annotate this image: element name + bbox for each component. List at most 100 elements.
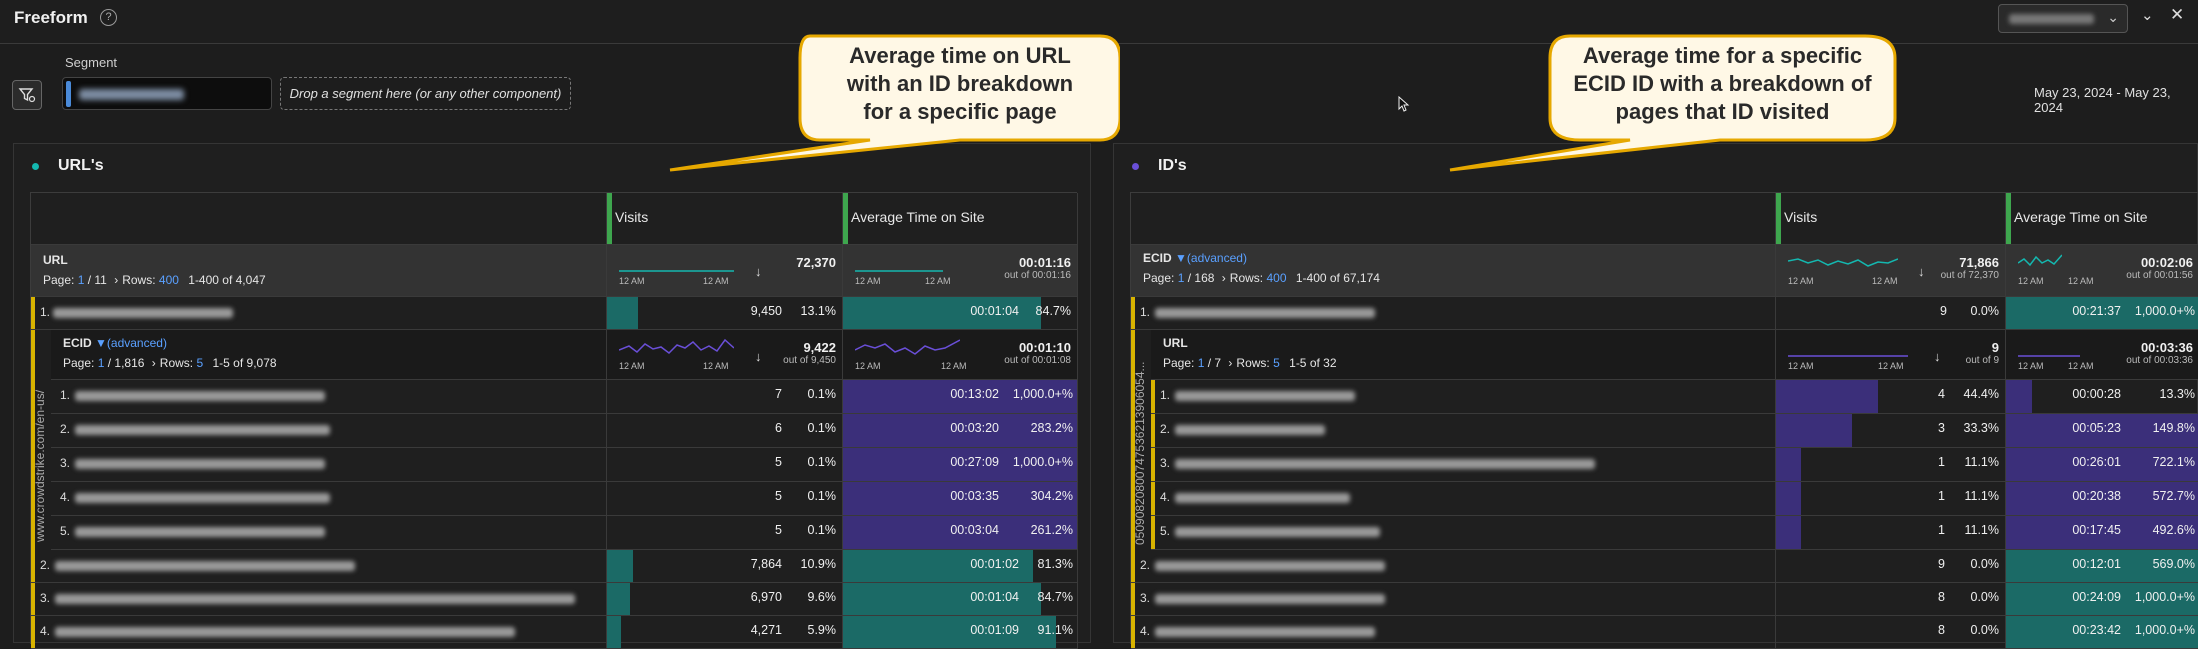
row-blurred-value (75, 493, 330, 503)
page-input[interactable]: 1 (78, 273, 85, 287)
rows-select[interactable]: 400 (1266, 271, 1286, 285)
time-outof: out of 00:01:56 (2126, 270, 2193, 281)
sort-arrow-icon[interactable]: ↓ (1934, 349, 1941, 364)
expanded-row-marker (31, 550, 35, 582)
header-visits[interactable]: Visits (607, 193, 843, 244)
visits-value: 7 (775, 387, 782, 401)
visits-sparkline (1788, 258, 1898, 267)
header-avg-time[interactable]: Average Time on Site (2006, 193, 2198, 244)
table-row[interactable]: 2. 6 0.1% 00:03:20 283.2% (51, 414, 1078, 448)
header-visits[interactable]: Visits (1776, 193, 2006, 244)
time-pct: 1,000.0+% (1012, 387, 1073, 401)
table-row[interactable]: 1. 9 0.0% 00:21:37 1,000.0+% (1131, 297, 2198, 330)
date-range[interactable]: May 23, 2024 - May 23, 2024 (2034, 85, 2198, 115)
filter-icon[interactable]: ▼ (1175, 251, 1187, 265)
metric-marker (843, 193, 848, 244)
collapse-chevron-icon[interactable]: ⌄ (2141, 6, 2154, 24)
time-value: 00:03:20 (950, 421, 999, 435)
sparkline-tick: 12 AM (1872, 276, 1898, 286)
segment-chip[interactable] (62, 77, 272, 110)
row-blurred-value (55, 561, 355, 571)
visits-pct: 0.1% (807, 523, 837, 537)
visits-value: 1 (1938, 489, 1945, 503)
table-row[interactable]: 1. 4 44.4% 00:00:28 13.3% (1151, 380, 2198, 414)
time-value: 00:01:02 (970, 557, 1019, 571)
sort-arrow-icon[interactable]: ↓ (1918, 264, 1925, 279)
row-blurred-value (1175, 493, 1350, 503)
row-blurred-value (1175, 459, 1595, 469)
time-pct: 722.1% (2152, 455, 2195, 469)
table-row[interactable]: 3. 6,970 9.6% 00:01:04 84.7% (31, 583, 1078, 616)
expanded-row-marker (1131, 550, 1135, 582)
visits-bar (607, 550, 633, 582)
breakdown-dim-label: ECID ▼(advanced) (63, 336, 167, 350)
table-row[interactable]: 4. 4,271 5.9% 00:01:09 91.1% (31, 616, 1078, 649)
filter-icon[interactable]: ▼ (95, 336, 107, 350)
table-row[interactable]: 1. 7 0.1% 00:13:02 1,000.0+% (51, 380, 1078, 414)
table-row[interactable]: 5. 5 0.1% 00:03:04 261.2% (51, 516, 1078, 550)
time-value: 00:01:09 (970, 623, 1019, 637)
visits-bar (607, 297, 638, 329)
table-row[interactable]: 4. 1 11.1% 00:20:38 572.7% (1151, 482, 2198, 516)
visits-value: 4,271 (750, 623, 782, 637)
visits-bar (1776, 414, 1853, 447)
time-pct: 261.2% (1030, 523, 1073, 537)
segment-dropzone[interactable]: Drop a segment here (or any other compon… (280, 77, 571, 110)
table-row[interactable]: 1. 9,450 13.1% 00:01:04 84.7% (31, 297, 1078, 330)
row-number: 1. (1140, 305, 1151, 319)
time-pct: 1,000.0+% (1012, 455, 1073, 469)
table-header-row: Visits Average Time on Site (1131, 193, 2198, 245)
table-row[interactable]: 5. 1 11.1% 00:17:45 492.6% (1151, 516, 2198, 550)
table-row[interactable]: 2. 9 0.0% 00:12:01 569.0% (1131, 550, 2198, 583)
table-row[interactable]: 3. 1 11.1% 00:26:01 722.1% (1151, 448, 2198, 482)
filter-toggle-button[interactable] (12, 80, 42, 110)
sparkline-tick: 12 AM (619, 276, 645, 286)
table-row[interactable]: 3. 5 0.1% 00:27:09 1,000.0+% (51, 448, 1078, 482)
close-icon[interactable]: ✕ (2170, 5, 2184, 25)
visits-value: 6,970 (750, 590, 782, 604)
page-input[interactable]: 1 (1178, 271, 1185, 285)
row-blurred-value (1175, 425, 1325, 435)
sparkline-tick: 12 AM (619, 361, 645, 371)
table-row[interactable]: 3. 8 0.0% 00:24:09 1,000.0+% (1131, 583, 2198, 616)
expanded-row-marker (1151, 516, 1155, 549)
visits-pct: 9.6% (807, 590, 837, 604)
table-row[interactable]: 4. 8 0.0% 00:23:42 1,000.0+% (1131, 616, 2198, 649)
time-pct: 1,000.0+% (2134, 304, 2195, 318)
component-selector[interactable]: ⌄ (1998, 4, 2128, 33)
rows-select[interactable]: 400 (159, 273, 179, 287)
time-pct: 1,000.0+% (2134, 590, 2195, 604)
header-avg-time[interactable]: Average Time on Site (843, 193, 1078, 244)
page-input[interactable]: 1 (98, 356, 105, 370)
visits-value: 5 (775, 455, 782, 469)
page-title: Freeform (14, 8, 88, 27)
row-blurred-value (75, 425, 330, 435)
header-dim-cell (1131, 193, 1776, 244)
sort-arrow-icon[interactable]: ↓ (755, 349, 762, 364)
time-pct: 572.7% (2152, 489, 2195, 503)
sort-arrow-icon[interactable]: ↓ (755, 264, 762, 279)
urls-panel: URL's Visits Average Time on Site URL Pa… (13, 143, 1091, 649)
time-value: 00:01:04 (970, 590, 1019, 604)
help-icon[interactable]: ? (100, 9, 117, 26)
rows-select[interactable]: 5 (1273, 356, 1280, 370)
row-blurred-value (1155, 627, 1375, 637)
row-blurred-value (75, 459, 325, 469)
table-row[interactable]: 2. 3 33.3% 00:05:23 149.8% (1151, 414, 2198, 448)
visits-pct: 44.4% (1963, 387, 1999, 401)
rows-select[interactable]: 5 (196, 356, 203, 370)
visits-pct: 33.3% (1963, 421, 1999, 435)
metric-marker (607, 193, 612, 244)
row-blurred-value (75, 391, 325, 401)
table-row[interactable]: 4. 5 0.1% 00:03:35 304.2% (51, 482, 1078, 516)
callout-text-1: Average time on URL with an ID breakdown f… (846, 43, 1074, 124)
visits-pct: 0.1% (807, 421, 837, 435)
table-row[interactable]: 2. 7,864 10.9% 00:01:02 81.3% (31, 550, 1078, 583)
time-bar (843, 616, 1057, 648)
visits-pct: 11.1% (1964, 455, 1999, 469)
mouse-cursor-icon (1398, 96, 1410, 112)
filter-icon (18, 88, 36, 103)
visits-sparkline (1788, 355, 1908, 357)
page-input[interactable]: 1 (1198, 356, 1205, 370)
visits-value: 5 (775, 523, 782, 537)
